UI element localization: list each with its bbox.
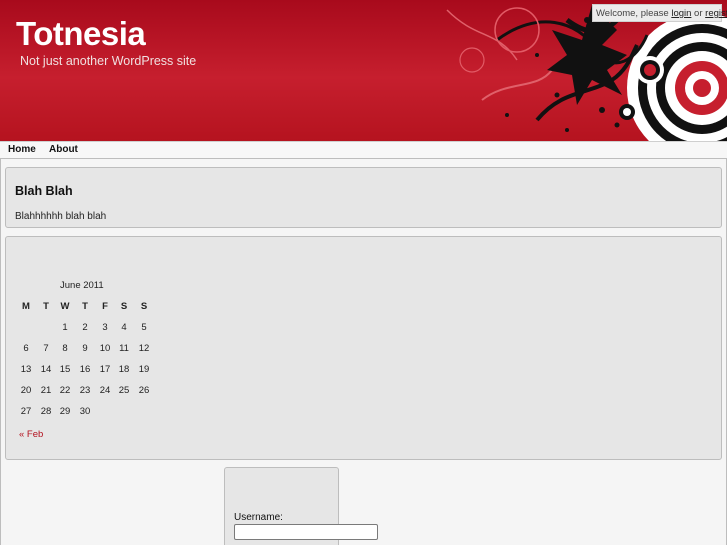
calendar-day: 10 bbox=[99, 343, 111, 354]
calendar-day: 20 bbox=[20, 385, 32, 396]
calendar-day: 9 bbox=[82, 343, 88, 354]
calendar-day: 28 bbox=[40, 406, 52, 417]
calendar-prev-link[interactable]: « Feb bbox=[19, 429, 43, 440]
calendar-day: 26 bbox=[138, 385, 150, 396]
calendar-day: 21 bbox=[40, 385, 52, 396]
calendar-day: 3 bbox=[102, 322, 108, 333]
calendar-day: 22 bbox=[59, 385, 71, 396]
calendar-day: 16 bbox=[79, 364, 91, 375]
calendar-day: 30 bbox=[79, 406, 91, 417]
username-input[interactable] bbox=[234, 524, 378, 540]
calendar-weekday: S bbox=[120, 301, 128, 312]
calendar-weekday: T bbox=[43, 301, 49, 312]
calendar-day: 14 bbox=[40, 364, 52, 375]
calendar-day: 2 bbox=[82, 322, 88, 333]
post-box: Blah Blah Blahhhhhh blah blah bbox=[5, 167, 722, 228]
calendar-weekday: S bbox=[140, 301, 148, 312]
calendar-day: 4 bbox=[121, 322, 127, 333]
calendar-weekday: M bbox=[22, 301, 30, 312]
calendar-day: 23 bbox=[79, 385, 91, 396]
login-form: Username: bbox=[224, 467, 378, 545]
calendar-day: 25 bbox=[118, 385, 130, 396]
calendar-day: 7 bbox=[43, 343, 49, 354]
calendar-day: 13 bbox=[20, 364, 32, 375]
welcome-text: Welcome, please bbox=[596, 8, 672, 19]
main-nav: Home About bbox=[0, 141, 727, 159]
site-title[interactable]: Totnesia bbox=[16, 15, 146, 53]
calendar-day: 29 bbox=[59, 406, 71, 417]
username-label: Username: bbox=[234, 512, 283, 523]
calendar-day: 1 bbox=[62, 322, 68, 333]
calendar-caption: June 2011 bbox=[60, 280, 104, 291]
calendar-day: 24 bbox=[99, 385, 111, 396]
nav-item-home[interactable]: Home bbox=[8, 144, 36, 155]
calendar-weekday: T bbox=[82, 301, 88, 312]
calendar-day: 11 bbox=[119, 343, 129, 354]
nav-item-about[interactable]: About bbox=[49, 144, 78, 155]
welcome-box: Welcome, please login or register bbox=[592, 4, 727, 22]
calendar-day: 8 bbox=[62, 343, 68, 354]
site-tagline: Not just another WordPress site bbox=[20, 54, 197, 68]
post-body: Blahhhhhh blah blah bbox=[15, 211, 107, 222]
calendar-day: 5 bbox=[141, 322, 147, 333]
calendar-widget: June 2011 M T W T F S S 1 2 3 4 5 6 7 8 9 10 11 12 13 14 15 16… bbox=[5, 236, 722, 460]
calendar-day: 18 bbox=[118, 364, 130, 375]
calendar-day: 6 bbox=[23, 343, 29, 354]
calendar-weekday: W bbox=[60, 301, 70, 312]
calendar-day: 27 bbox=[20, 406, 32, 417]
calendar-day: 17 bbox=[99, 364, 111, 375]
post-title[interactable]: Blah Blah bbox=[15, 184, 73, 198]
login-link[interactable]: login bbox=[671, 8, 691, 19]
calendar-weekday: F bbox=[102, 301, 108, 312]
welcome-separator: or bbox=[691, 8, 706, 19]
calendar-day: 19 bbox=[138, 364, 150, 375]
calendar-day: 12 bbox=[138, 343, 150, 354]
register-link[interactable]: register bbox=[705, 8, 727, 19]
calendar-day: 15 bbox=[59, 364, 71, 375]
